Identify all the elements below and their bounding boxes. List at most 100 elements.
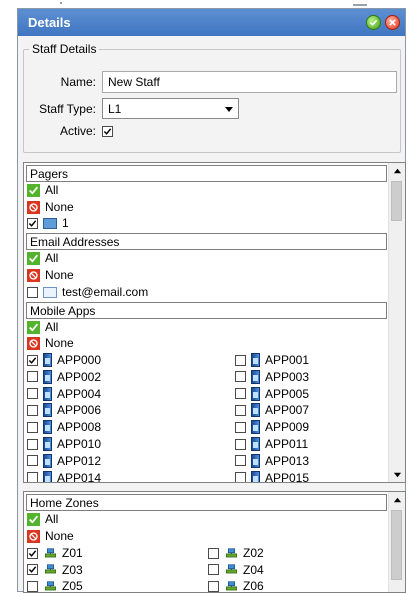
mobile-app-item[interactable]: APP006 xyxy=(27,403,101,418)
scroll-up-icon[interactable] xyxy=(389,163,405,179)
mobile-app-item[interactable]: APP002 xyxy=(27,369,102,384)
mobile-app-item-checkbox[interactable] xyxy=(235,472,246,482)
mobile-phone-icon xyxy=(43,420,52,435)
mobile-app-item[interactable]: APP014 xyxy=(27,470,102,483)
mobile-app-item[interactable]: APP003 xyxy=(235,369,309,384)
select-none-label: None xyxy=(45,336,74,350)
clear-all-icon xyxy=(27,336,40,350)
home-zone-item[interactable]: Z04 xyxy=(208,563,264,577)
name-field[interactable]: New Staff xyxy=(102,71,397,93)
email-select-all[interactable]: All xyxy=(27,251,58,265)
mobile-app-item-checkbox[interactable] xyxy=(235,421,246,433)
network-zone-icon xyxy=(43,547,57,560)
mobile-phone-icon xyxy=(251,420,260,435)
mobile-app-item[interactable]: APP000 xyxy=(27,353,101,367)
home-zone-item[interactable]: Z02 xyxy=(208,546,264,560)
email-checkbox[interactable] xyxy=(27,286,38,298)
mobile-app-item-checkbox[interactable] xyxy=(27,421,38,433)
mobile-app-item-label: APP008 xyxy=(57,420,102,435)
mobile-app-item-checkbox[interactable] xyxy=(27,388,38,400)
name-label: Name: xyxy=(60,75,96,89)
mobile-phone-icon xyxy=(43,470,52,482)
home-zone-item[interactable]: Z03 xyxy=(27,563,83,577)
mobile-app-item[interactable]: APP010 xyxy=(27,437,101,451)
email-addresses-header: Email Addresses xyxy=(26,233,387,250)
mobile-app-item-checkbox[interactable] xyxy=(235,404,246,416)
zones-select-all[interactable]: All xyxy=(27,512,58,526)
contact-methods-list[interactable]: Pagers All None 1 Email Addresses All No… xyxy=(23,162,406,483)
home-zone-item-checkbox[interactable] xyxy=(208,564,219,575)
mobile-app-item-label: APP001 xyxy=(265,353,310,367)
mobile-app-item-label: APP002 xyxy=(57,369,102,384)
apps-select-all[interactable]: All xyxy=(27,320,58,334)
scroll-thumb[interactable] xyxy=(391,181,402,221)
clear-all-icon xyxy=(27,529,40,543)
select-all-label: All xyxy=(45,183,59,197)
zones-select-none[interactable]: None xyxy=(27,529,74,543)
mobile-app-item-checkbox[interactable] xyxy=(235,354,246,366)
mobile-app-item[interactable]: APP004 xyxy=(27,386,101,401)
home-zone-item[interactable]: Z05 xyxy=(27,579,83,592)
mobile-phone-icon xyxy=(43,453,52,468)
close-icon[interactable] xyxy=(385,15,400,30)
chevron-down-icon[interactable] xyxy=(221,101,236,116)
mobile-app-item[interactable]: APP005 xyxy=(235,386,310,401)
mobile-phone-icon xyxy=(251,403,260,418)
mobile-phone-icon xyxy=(251,437,260,451)
clear-all-icon xyxy=(27,200,40,214)
check-all-icon xyxy=(27,183,40,197)
home-zones-scrollbar[interactable] xyxy=(388,492,405,592)
envelope-icon xyxy=(43,286,57,298)
pager-item[interactable]: 1 xyxy=(27,216,69,230)
home-zone-item[interactable]: Z01 xyxy=(27,546,83,560)
mobile-app-item-checkbox[interactable] xyxy=(27,472,38,482)
mobile-app-item[interactable]: APP001 xyxy=(235,353,309,367)
mobile-app-item-checkbox[interactable] xyxy=(27,354,38,366)
staff-type-dropdown[interactable]: L1 xyxy=(102,98,239,119)
mobile-app-item[interactable]: APP011 xyxy=(235,437,308,451)
mobile-app-item-label: APP009 xyxy=(265,420,310,435)
mobile-app-item-checkbox[interactable] xyxy=(27,371,38,383)
mobile-app-item-checkbox[interactable] xyxy=(235,438,246,450)
mobile-app-item-checkbox[interactable] xyxy=(235,388,246,400)
mobile-app-item-checkbox[interactable] xyxy=(27,438,38,450)
pager-checkbox[interactable] xyxy=(27,217,38,229)
pagers-select-none[interactable]: None xyxy=(27,200,74,214)
scroll-up-icon[interactable] xyxy=(389,492,405,508)
mobile-app-item-checkbox[interactable] xyxy=(27,455,38,467)
mobile-app-item-label: APP015 xyxy=(265,470,310,483)
home-zone-item-checkbox[interactable] xyxy=(208,547,219,559)
home-zone-item-label: Z03 xyxy=(62,562,83,577)
mobile-app-item[interactable]: APP013 xyxy=(235,453,309,468)
mobile-app-item-label: APP005 xyxy=(265,386,310,401)
title-bar: Details xyxy=(18,9,405,36)
home-zone-item-checkbox[interactable] xyxy=(208,580,219,592)
mobile-app-item-checkbox[interactable] xyxy=(235,455,246,467)
contact-methods-scrollbar[interactable] xyxy=(388,163,405,482)
home-zone-item-checkbox[interactable] xyxy=(27,547,38,559)
mobile-app-item[interactable]: APP012 xyxy=(27,453,102,468)
home-zone-item-label: Z01 xyxy=(62,546,83,560)
mobile-app-item-checkbox[interactable] xyxy=(27,404,38,416)
mobile-app-item[interactable]: APP008 xyxy=(27,420,102,435)
mobile-app-item[interactable]: APP009 xyxy=(235,420,310,435)
home-zone-item-checkbox[interactable] xyxy=(27,580,38,592)
active-row: Active: xyxy=(26,124,113,138)
mobile-app-item[interactable]: APP007 xyxy=(235,403,309,418)
mobile-app-item-label: APP012 xyxy=(57,453,102,468)
home-zone-item-checkbox[interactable] xyxy=(27,564,38,575)
active-checkbox[interactable] xyxy=(102,125,113,137)
mobile-app-item[interactable]: APP015 xyxy=(235,470,310,483)
scroll-down-icon[interactable] xyxy=(389,466,405,482)
mobile-phone-icon xyxy=(251,470,260,482)
home-zone-item[interactable]: Z06 xyxy=(208,579,264,592)
home-zones-list[interactable]: Home Zones All None Z01 Z02 Z03 Z04 Z05 Z06 xyxy=(23,491,406,593)
email-select-none[interactable]: None xyxy=(27,268,74,282)
mobile-app-item-checkbox[interactable] xyxy=(235,371,246,383)
mobile-app-item-label: APP014 xyxy=(57,470,102,483)
apps-select-none[interactable]: None xyxy=(27,336,74,350)
pagers-select-all[interactable]: All xyxy=(27,183,58,197)
confirm-icon[interactable] xyxy=(366,15,381,30)
scroll-thumb[interactable] xyxy=(391,510,402,580)
email-item[interactable]: test@email.com xyxy=(27,285,148,299)
